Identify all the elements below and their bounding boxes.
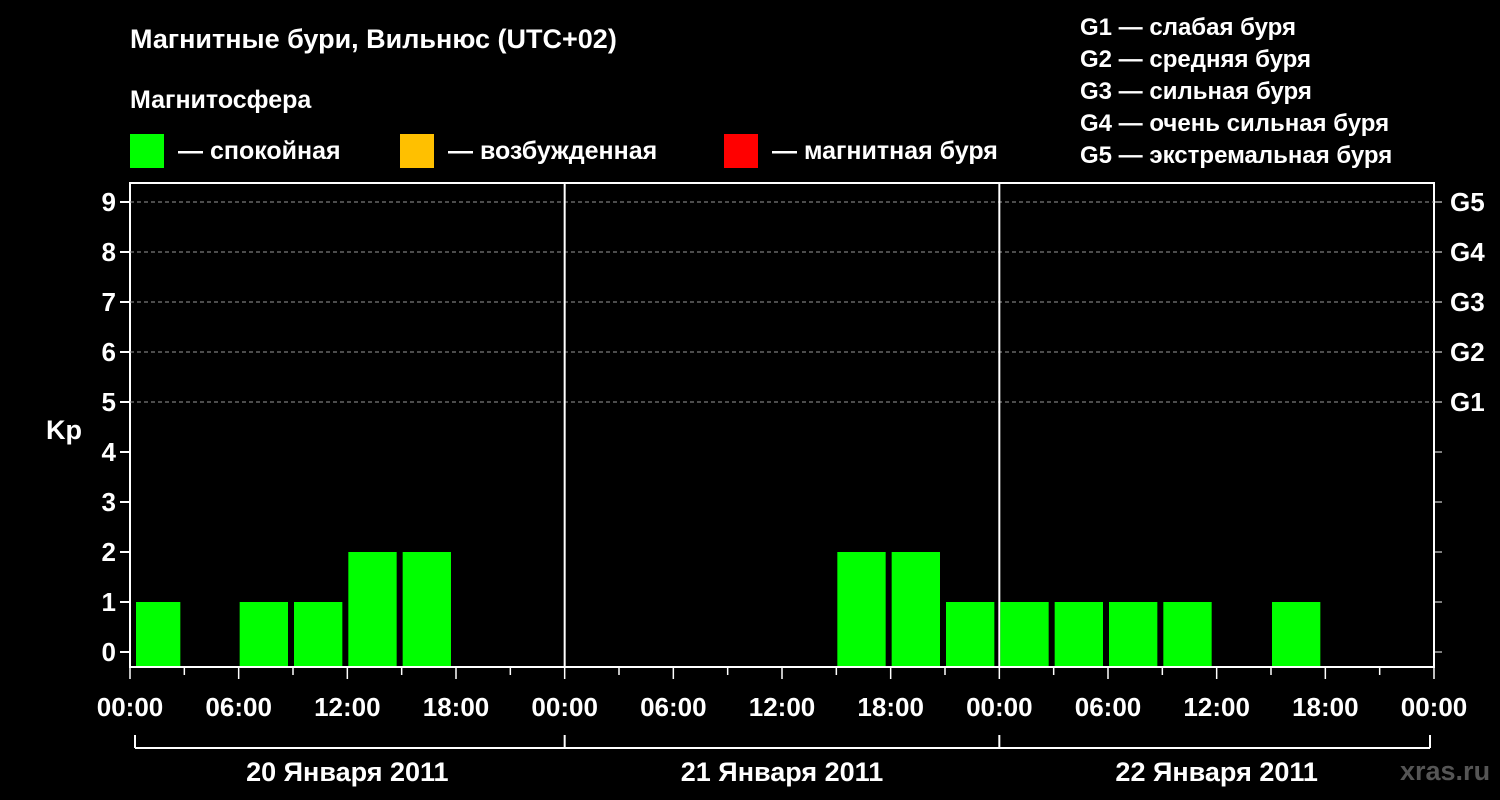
x-tick-label: 12:00: [1183, 692, 1250, 722]
y-tick-label: 1: [102, 587, 116, 617]
x-tick-label: 18:00: [423, 692, 490, 722]
y-tick-label: 7: [102, 287, 116, 317]
g-axis-label: G1: [1450, 387, 1485, 417]
kp-bar: [1272, 602, 1321, 666]
kp-bar: [294, 602, 343, 666]
x-tick-label: 18:00: [857, 692, 924, 722]
g-axis-label: G5: [1450, 187, 1485, 217]
y-tick-label: 2: [102, 537, 116, 567]
kp-bar: [1054, 602, 1103, 666]
kp-bar: [1163, 602, 1212, 666]
kp-bar: [402, 552, 451, 666]
watermark: xras.ru: [1400, 756, 1491, 786]
x-tick-label: 12:00: [314, 692, 381, 722]
x-tick-label: 00:00: [531, 692, 598, 722]
x-tick-label: 06:00: [640, 692, 707, 722]
y-tick-label: 4: [102, 437, 117, 467]
x-tick-label: 06:00: [205, 692, 272, 722]
kp-bar: [891, 552, 940, 666]
x-tick-label: 00:00: [1401, 692, 1468, 722]
x-tick-label: 00:00: [97, 692, 164, 722]
x-tick-label: 00:00: [966, 692, 1033, 722]
kp-bar: [348, 552, 397, 666]
day-label: 20 Января 2011: [246, 757, 448, 787]
x-tick-label: 18:00: [1292, 692, 1359, 722]
g-axis-label: G2: [1450, 337, 1485, 367]
kp-bar: [946, 602, 995, 666]
plot-frame: [129, 182, 1435, 668]
day-label: 22 Января 2011: [1115, 757, 1317, 787]
y-tick-label: 0: [102, 637, 116, 667]
g-axis-label: G3: [1450, 287, 1485, 317]
g-axis-label: G4: [1450, 237, 1485, 267]
y-tick-label: 3: [102, 487, 116, 517]
kp-bar: [1109, 602, 1158, 666]
y-tick-label: 5: [102, 387, 116, 417]
kp-bar-chart: 0 1 2 3 4 5 6 7 8 9 G1 G2 G3 G4 G5 Kp 00:00 06:00 12:00 18:…: [46, 182, 1485, 787]
x-tick-label: 06:00: [1075, 692, 1142, 722]
y-tick-label: 8: [102, 237, 116, 267]
kp-bar: [1000, 602, 1049, 666]
kp-bar: [837, 552, 886, 666]
day-label: 21 Января 2011: [681, 757, 883, 787]
y-tick-label: 6: [102, 337, 116, 367]
y-axis-label: Kp: [46, 415, 82, 445]
kp-bar: [239, 602, 288, 666]
y-tick-label: 9: [102, 187, 116, 217]
kp-bar: [136, 602, 181, 666]
x-tick-label: 12:00: [749, 692, 816, 722]
